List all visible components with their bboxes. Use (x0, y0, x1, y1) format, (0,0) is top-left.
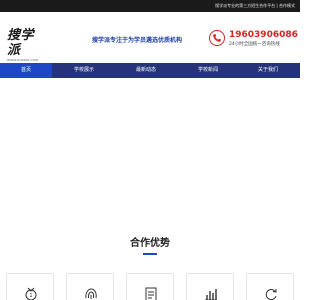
medal-icon: 1 (21, 286, 41, 300)
advantage-card[interactable] (246, 273, 294, 300)
svg-text:1: 1 (29, 293, 32, 299)
document-icon (141, 286, 161, 300)
nav-item-news[interactable]: 最新动态 (118, 63, 174, 78)
site-header: 搜学派 WWW.SOXPAI.COM 搜学派专注于为学员遴选优质机构 19603… (0, 12, 300, 63)
refresh-icon (261, 286, 281, 300)
header-slogan: 搜学派专注于为学员遴选优质机构 (92, 37, 183, 44)
fingerprint-icon (81, 286, 101, 300)
site-logo[interactable]: 搜学派 WWW.SOXPAI.COM (7, 28, 47, 62)
nav-item-schools[interactable]: 学校展示 (56, 63, 112, 78)
top-notice[interactable]: 搜学派专业的第三方招生合作平台 | 合作模式 (215, 2, 295, 10)
hotline-label: 24小时全国统一咨询热线 (229, 42, 280, 47)
logo-text: 搜学派 (7, 28, 35, 58)
section-title: 合作优势 (130, 238, 170, 249)
advantage-card[interactable] (126, 273, 174, 300)
advantage-card[interactable] (66, 273, 114, 300)
title-underline (143, 253, 157, 255)
top-bar: 搜学派专业的第三方招生合作平台 | 合作模式 (0, 0, 300, 12)
bar-chart-icon (201, 286, 221, 300)
phone-icon (209, 30, 225, 46)
main-nav: 首页 学校展示 最新动态 学校新闻 关于我们 (0, 63, 300, 78)
advantage-card[interactable]: 1 (6, 273, 54, 300)
nav-item-school-news[interactable]: 学校新闻 (180, 63, 236, 78)
nav-item-home[interactable]: 首页 (0, 63, 52, 78)
nav-item-about[interactable]: 关于我们 (240, 63, 296, 78)
hotline-number[interactable]: 19603906086 (229, 30, 298, 41)
advantage-card[interactable] (186, 273, 234, 300)
